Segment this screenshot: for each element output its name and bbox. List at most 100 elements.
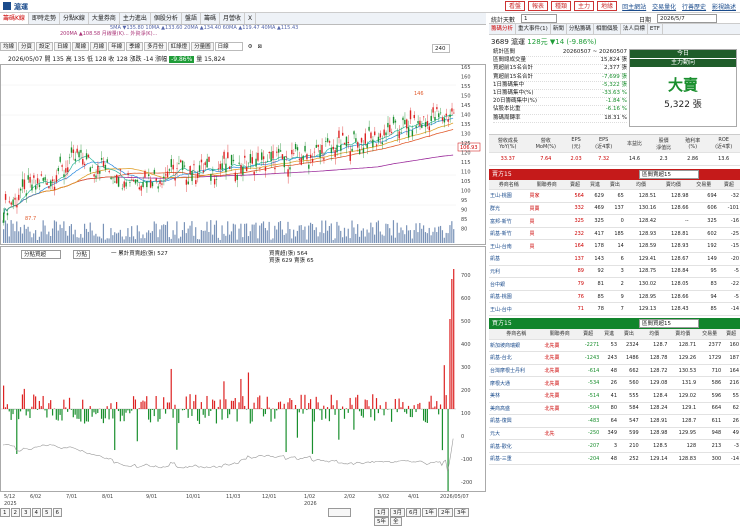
branch-chart[interactable]: 分點買超 分點 一 累計買賣超(張) 527 買賣超(張) 564 買張 629… xyxy=(0,246,486,492)
tab-chip-kline[interactable]: 籌碼K線 xyxy=(0,13,29,24)
category-button[interactable]: 種類 xyxy=(551,1,571,11)
region-button[interactable]: 地緣 xyxy=(597,1,617,11)
cross-icon[interactable]: ⊠ xyxy=(256,43,265,52)
multi-month-button[interactable]: 多月份 xyxy=(144,42,167,51)
date-picker[interactable]: 2026/5/7 xyxy=(657,14,717,23)
table-row[interactable]: 元利89923128.75128.8495-5 xyxy=(489,265,740,278)
table-row[interactable]: 台灣摩根士丹利北先賣-61448662128.72130.53710164 xyxy=(489,364,740,377)
table-row[interactable]: 凱基-台北北先賣-12432431486128.78129.261729187 xyxy=(489,352,740,365)
right-tabs: 籌碼分析重大事件(1)新聞分點籌碼相關個股法人目標ETF xyxy=(489,24,740,35)
period-select[interactable]: 日線 xyxy=(215,42,243,51)
table-row[interactable]: 台中銀79812130.02128.0583-22 xyxy=(489,278,740,291)
candle xyxy=(44,177,45,180)
tab-analysis[interactable]: 個股分析 xyxy=(151,13,182,24)
range-1y[interactable]: 1年 xyxy=(422,508,437,517)
weekly-button[interactable]: 周線 xyxy=(72,42,89,51)
app-icon[interactable] xyxy=(3,2,11,10)
link-quant[interactable]: 交易量化 xyxy=(652,4,676,11)
page-3[interactable]: 3 xyxy=(21,508,31,517)
tab-main-force[interactable]: 主力進出 xyxy=(120,13,151,24)
range-6m[interactable]: 6月 xyxy=(406,508,421,517)
yearly-button[interactable]: 年線 xyxy=(108,42,125,51)
metric-value: 33.37 xyxy=(489,153,527,166)
price-chart[interactable]: 146 87.7 106.93 165160155150145140135130… xyxy=(0,64,486,245)
table-row[interactable]: 凱基-歡化-2073210128.5128213-3 xyxy=(489,440,740,453)
ma-button[interactable]: 均線 xyxy=(0,42,17,51)
net-bar xyxy=(88,409,89,422)
page-2[interactable]: 2 xyxy=(11,508,21,517)
gear-icon[interactable]: ⚙ xyxy=(246,43,255,52)
range-all[interactable]: 全 xyxy=(390,517,402,526)
page-5[interactable]: 5 xyxy=(42,508,52,517)
table-row[interactable]: 新加坡商瑞銀北先賣-2271532324128.7128.712377160 xyxy=(489,339,740,352)
tab-big-broker[interactable]: 大量券商 xyxy=(89,13,120,24)
quarter-button[interactable]: 季線 xyxy=(126,42,143,51)
close-icon[interactable]: X xyxy=(245,13,256,24)
table-row[interactable]: 美林北先賣-51441555128.4129.0259655 xyxy=(489,389,740,402)
candle xyxy=(78,152,79,158)
count-input[interactable]: 240 xyxy=(432,44,450,53)
buy-side-select[interactable]: 區間買超15 xyxy=(639,319,699,328)
daily-button[interactable]: 日線 xyxy=(54,42,71,51)
split-button[interactable]: 分頁 xyxy=(18,42,35,51)
rtab-chip[interactable]: 籌碼分析 xyxy=(489,24,516,34)
table-row[interactable]: 群光買賣332469137130.16128.66606-101 xyxy=(489,202,740,215)
view-button[interactable]: 看盤 xyxy=(505,1,525,11)
link-history[interactable]: 行善歷史 xyxy=(682,4,706,11)
volume-bar xyxy=(423,225,424,243)
table-row[interactable]: 富邦-新竹買3253250128.42--325-16 xyxy=(489,215,740,228)
volume-bar xyxy=(323,233,324,243)
range-3y[interactable]: 3年 xyxy=(454,508,469,517)
volume-bar xyxy=(174,235,175,243)
scroll-slider[interactable] xyxy=(328,508,351,517)
rtab-etf[interactable]: ETF xyxy=(648,24,663,34)
page-1[interactable]: 1 xyxy=(0,508,10,517)
table-row[interactable]: 摩根大通北先賣-53426560129.08131.9586216 xyxy=(489,377,740,390)
table-row[interactable]: 凱基1371436129.41128.67149-20 xyxy=(489,253,740,266)
table-row[interactable]: 凱基-新竹買232417185128.93128.81602-25 xyxy=(489,227,740,240)
table-row[interactable]: 美商高盛北先賣-50480584128.24129.166462 xyxy=(489,402,740,415)
tab-branch-kline[interactable]: 分點K線 xyxy=(60,13,89,24)
volume-chart-button[interactable]: 分量圖 xyxy=(191,42,214,51)
volume-bar xyxy=(199,239,200,243)
net-bar xyxy=(137,409,138,441)
table-row[interactable]: 凱基-桃園76859128.95128.6694-5 xyxy=(489,290,740,303)
rtab-related[interactable]: 相關個股 xyxy=(594,24,621,34)
page-6[interactable]: 6 xyxy=(53,508,63,517)
table-row[interactable]: 王山-台中71787129.13128.4385-14 xyxy=(489,303,740,316)
table-row[interactable]: 元大北先-250349599128.98129.9594849 xyxy=(489,427,740,440)
monthly-button[interactable]: 月線 xyxy=(90,42,107,51)
main-force-button[interactable]: 主力 xyxy=(574,1,594,11)
tab-realtime[interactable]: 即時走勢 xyxy=(29,13,60,24)
rtab-branch[interactable]: 分點籌碼 xyxy=(567,24,594,34)
volume-bar xyxy=(103,224,104,243)
settings-button[interactable]: 設定 xyxy=(36,42,53,51)
tab-chips[interactable]: 籌碼 xyxy=(201,13,220,24)
tab-revenue[interactable]: 月營收 xyxy=(220,13,245,24)
range-2y[interactable]: 2年 xyxy=(438,508,453,517)
tab-talk[interactable]: 盤語 xyxy=(182,13,201,24)
link-video[interactable]: 影視論述 xyxy=(712,4,736,11)
table-row[interactable]: 凱基-三重-20448252129.14128.83300-14 xyxy=(489,452,740,465)
traffic-light-button[interactable]: 紅綠燈 xyxy=(168,42,191,51)
report-button[interactable]: 報表 xyxy=(528,1,548,11)
stat-days-select[interactable]: 1 xyxy=(521,14,557,23)
rtab-event[interactable]: 重大事件(1) xyxy=(516,24,551,34)
rtab-target[interactable]: 法人目標 xyxy=(621,24,648,34)
net-bar xyxy=(67,409,68,412)
rtab-news[interactable]: 新聞 xyxy=(551,24,567,34)
net-bar xyxy=(12,409,13,414)
table-row[interactable]: 王山-桃園買家56462965128.51128.98694-32 xyxy=(489,190,740,203)
table-row[interactable]: 凱基-復興-48364547128.91128.761126 xyxy=(489,415,740,428)
candle xyxy=(429,126,430,130)
range-3m[interactable]: 3月 xyxy=(390,508,405,517)
sell-side-select[interactable]: 區間賣超15 xyxy=(639,170,699,179)
range-1m[interactable]: 1月 xyxy=(374,508,389,517)
net-bar xyxy=(342,407,343,409)
volume-bar xyxy=(348,229,349,243)
link-home[interactable]: 回主網站 xyxy=(622,4,646,11)
page-4[interactable]: 4 xyxy=(32,508,42,517)
table-row[interactable]: 王山-台南買16417814128.59128.93192-15 xyxy=(489,240,740,253)
net-bar xyxy=(48,403,49,409)
range-5y[interactable]: 5年 xyxy=(374,517,389,526)
